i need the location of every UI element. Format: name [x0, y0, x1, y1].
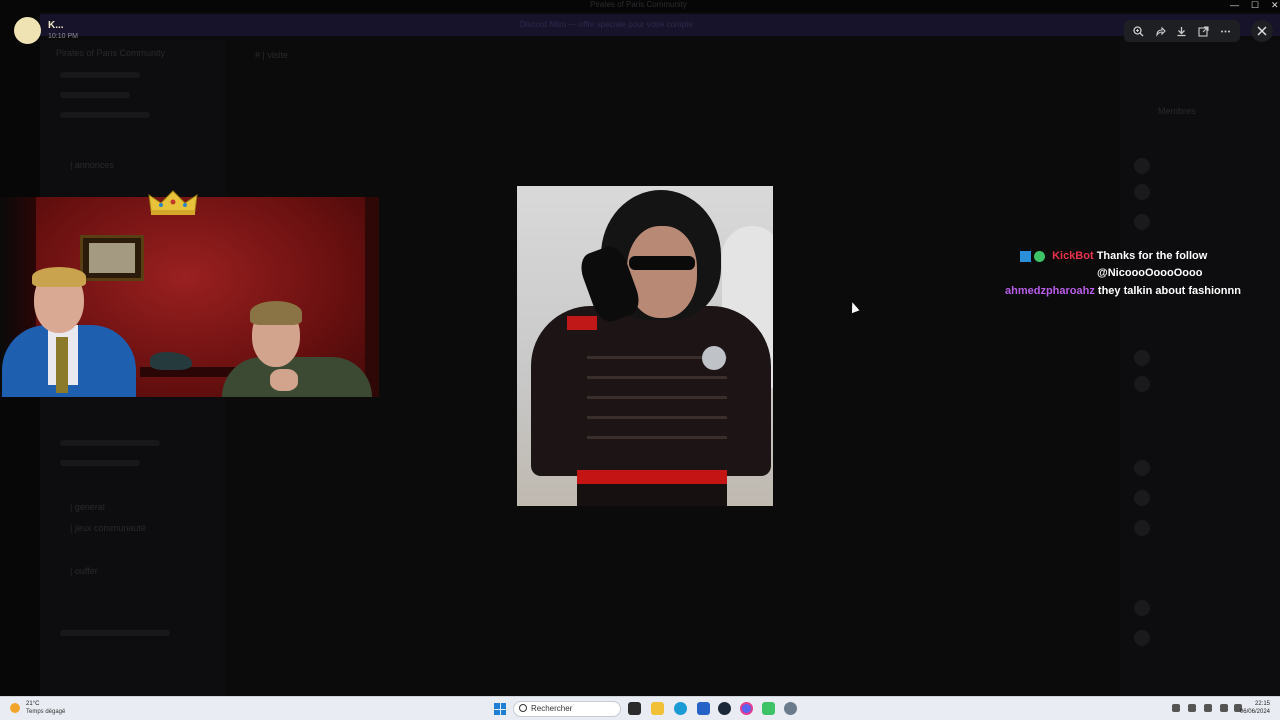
channel-header: # | visite [255, 50, 288, 60]
weather-temperature: 21°C [26, 701, 40, 707]
crown-icon [148, 190, 198, 215]
channel-general: | général [70, 502, 105, 512]
screen: Pirates of Paris Community Discord Nitro… [0, 0, 1280, 720]
minimize-button[interactable]: — [1230, 0, 1239, 10]
chat-message: KickBot Thanks for the follow [1020, 248, 1207, 264]
close-icon [1257, 26, 1267, 36]
painting [80, 235, 144, 281]
viewer-user-name: K... [48, 20, 64, 31]
channel-annonces: | annonces [70, 160, 114, 170]
chat-message: ahmedzpharoahz they talkin about fashion… [1005, 283, 1241, 299]
viewer-toolbar [1124, 20, 1240, 42]
chat-text: they talkin about fashionnn [1097, 285, 1241, 297]
clock-time: 22:15 [1254, 701, 1270, 707]
taskbar-search[interactable]: Rechercher [513, 701, 621, 717]
taskbar: 21°C Temps dégagé Rechercher 22:15 06/06… [0, 696, 1280, 720]
window-title: Pirates of Paris Community [590, 0, 687, 9]
edge-icon[interactable] [674, 702, 687, 715]
member-list: Membres [1120, 40, 1280, 696]
windows-start-icon[interactable] [494, 703, 506, 715]
viewer-timestamp: 10:10 PM [48, 33, 78, 40]
zoom-icon[interactable] [1131, 23, 1147, 39]
chat-text: Thanks for the follow [1096, 250, 1208, 262]
download-icon[interactable] [1174, 23, 1190, 39]
network-icon[interactable] [1188, 704, 1196, 712]
channel-jeux: | jeux communauté [70, 523, 146, 533]
folder-icon[interactable] [651, 702, 664, 715]
statue [150, 352, 192, 370]
clock[interactable]: 22:15 06/06/2024 [1240, 700, 1270, 716]
search-icon [519, 704, 527, 712]
forward-icon[interactable] [1152, 23, 1168, 39]
store-icon[interactable] [697, 702, 710, 715]
weather-widget[interactable]: 21°C Temps dégagé [10, 701, 90, 719]
viewed-image[interactable] [517, 186, 773, 506]
moon-icon [10, 703, 20, 713]
chat-username: KickBot [1052, 250, 1094, 262]
banner-text: Discord Nitro — offre spéciale pour votr… [520, 20, 693, 29]
wifi-icon[interactable] [1220, 704, 1228, 712]
settings-icon[interactable] [784, 702, 797, 715]
chevron-up-icon[interactable] [1172, 704, 1180, 712]
steam-icon[interactable] [718, 702, 731, 715]
microphone-icon[interactable] [1204, 704, 1212, 712]
members-header: Membres [1158, 106, 1196, 116]
moderator-badge-icon [1020, 250, 1031, 262]
more-icon[interactable] [1217, 23, 1233, 39]
chat-text-continued: @NicoooOoooOooo [1097, 267, 1203, 279]
search-placeholder: Rechercher [531, 704, 573, 713]
open-external-icon[interactable] [1196, 23, 1212, 39]
verified-badge-icon [1034, 250, 1045, 262]
close-viewer-button[interactable] [1251, 20, 1273, 42]
weather-condition: Temps dégagé [26, 709, 66, 715]
window-close-button[interactable]: ✕ [1271, 0, 1279, 11]
clock-date: 06/06/2024 [1239, 709, 1270, 715]
avatar[interactable] [14, 17, 41, 44]
maximize-button[interactable]: ☐ [1251, 0, 1259, 11]
channel-ouffer: | ouffer [70, 566, 98, 576]
discord-icon[interactable] [740, 702, 753, 715]
task-view-icon[interactable] [628, 702, 641, 715]
server-name: Pirates of Paris Community [56, 48, 166, 58]
kick-icon[interactable] [762, 702, 775, 715]
webcam-feed [0, 197, 379, 397]
chat-username: ahmedzpharoahz [1005, 285, 1095, 297]
